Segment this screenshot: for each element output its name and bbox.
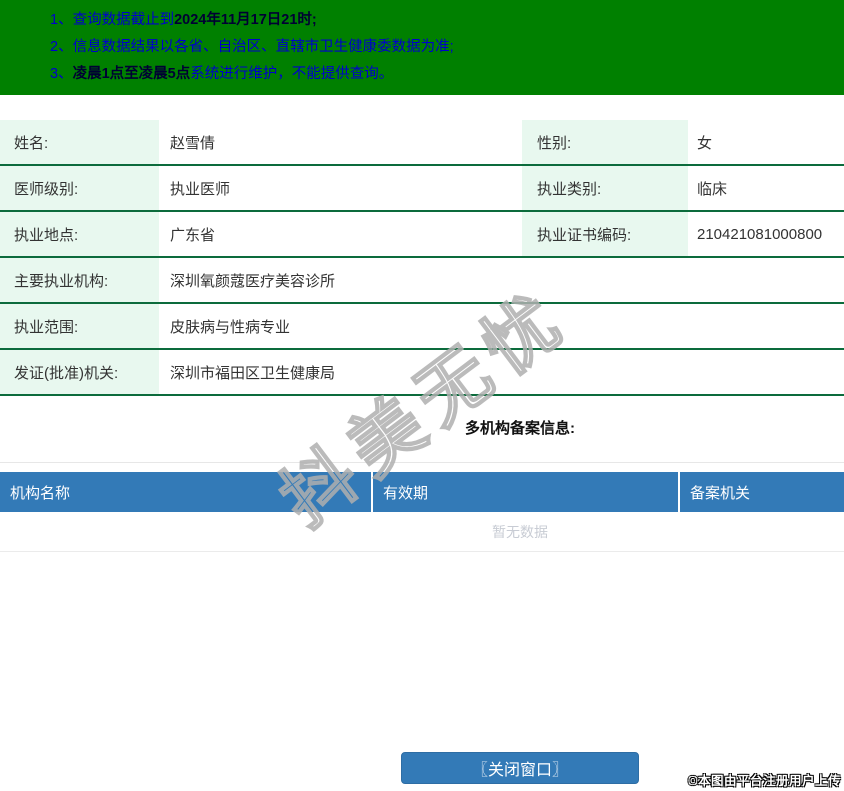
notice-number: 3、 xyxy=(50,66,73,82)
record-table-header: 机构名称 有效期 备案机关 xyxy=(0,472,844,512)
query-result-window: 1、查询数据截止到2024年11月17日21时; 2、信息数据结果以各省、自治区… xyxy=(0,0,844,791)
doctor-info-table: 姓名: 赵雪倩 性别: 女 医师级别: 执业医师 执业类别: 临床 执业地点: … xyxy=(0,120,844,396)
table-row-name-gender: 姓名: 赵雪倩 性别: 女 xyxy=(0,120,844,166)
table-row-level-category: 医师级别: 执业医师 执业类别: 临床 xyxy=(0,166,844,212)
notice-line-2: 2、信息数据结果以各省、自治区、直辖市卫生健康委数据为准; xyxy=(0,34,844,61)
practice-location-label: 执业地点: xyxy=(0,212,159,256)
column-header-institution-name: 机构名称 xyxy=(10,484,71,502)
table-row-practice-scope: 执业范围: 皮肤病与性病专业 xyxy=(0,304,844,350)
notice-text: 查询数据截止到 xyxy=(72,12,175,28)
column-header-record-authority: 备案机关 xyxy=(678,472,844,512)
doctor-level-label: 医师级别: xyxy=(0,166,159,210)
notice-number: 1、 xyxy=(50,12,73,28)
table-row-issuing-authority: 发证(批准)机关: 深圳市福田区卫生健康局 xyxy=(0,350,844,396)
table-row-location-license: 执业地点: 广东省 执业证书编码: 210421081000800 xyxy=(0,212,844,258)
main-institution-value: 深圳氧颜蔻医疗美容诊所 xyxy=(170,272,336,290)
issuing-authority-value: 深圳市福田区卫生健康局 xyxy=(170,364,336,382)
practice-location-value: 广东省 xyxy=(170,226,216,244)
name-value: 赵雪倩 xyxy=(170,134,216,152)
notice-line-1: 1、查询数据截止到2024年11月17日21时; xyxy=(0,7,844,34)
doctor-level-value: 执业医师 xyxy=(170,180,231,198)
table-row-main-institution: 主要执业机构: 深圳氧颜蔻医疗美容诊所 xyxy=(0,258,844,304)
copyright-watermark: ©本图由平台注册用户上传 xyxy=(688,774,841,788)
notice-bold-text: 凌晨1点至凌晨5点 xyxy=(72,66,191,82)
notice-line-3: 3、凌晨1点至凌晨5点系统进行维护，不能提供查询。 xyxy=(0,61,844,88)
page: 1、查询数据截止到2024年11月17日21时; 2、信息数据结果以各省、自治区… xyxy=(0,0,844,784)
notice-text: 系统进行维护，不能提供查询。 xyxy=(190,66,394,82)
notice-number: 2、 xyxy=(50,39,73,55)
no-data-message: 暂无数据 xyxy=(0,512,844,552)
column-header-validity-period: 有效期 xyxy=(371,472,678,512)
license-number-label: 执业证书编码: xyxy=(522,212,688,256)
practice-scope-label: 执业范围: xyxy=(0,304,159,348)
notice-bold-text: 2024年11月17日21时; xyxy=(174,12,317,28)
license-number-value: 210421081000800 xyxy=(697,225,823,243)
practice-category-value: 临床 xyxy=(697,180,728,198)
practice-category-label: 执业类别: xyxy=(522,166,688,210)
multi-org-section-title: 多机构备案信息: xyxy=(0,396,844,463)
issuing-authority-label: 发证(批准)机关: xyxy=(0,350,159,394)
notice-banner: 1、查询数据截止到2024年11月17日21时; 2、信息数据结果以各省、自治区… xyxy=(0,0,844,95)
close-window-button[interactable]: 〖关闭窗口〗 xyxy=(401,752,639,784)
practice-scope-value: 皮肤病与性病专业 xyxy=(170,318,291,336)
main-institution-label: 主要执业机构: xyxy=(0,258,159,302)
gender-value: 女 xyxy=(697,134,713,152)
gender-label: 性别: xyxy=(522,120,688,164)
name-label: 姓名: xyxy=(0,120,159,164)
notice-text: 信息数据结果以各省、自治区、直辖市卫生健康委数据为准; xyxy=(72,39,454,55)
